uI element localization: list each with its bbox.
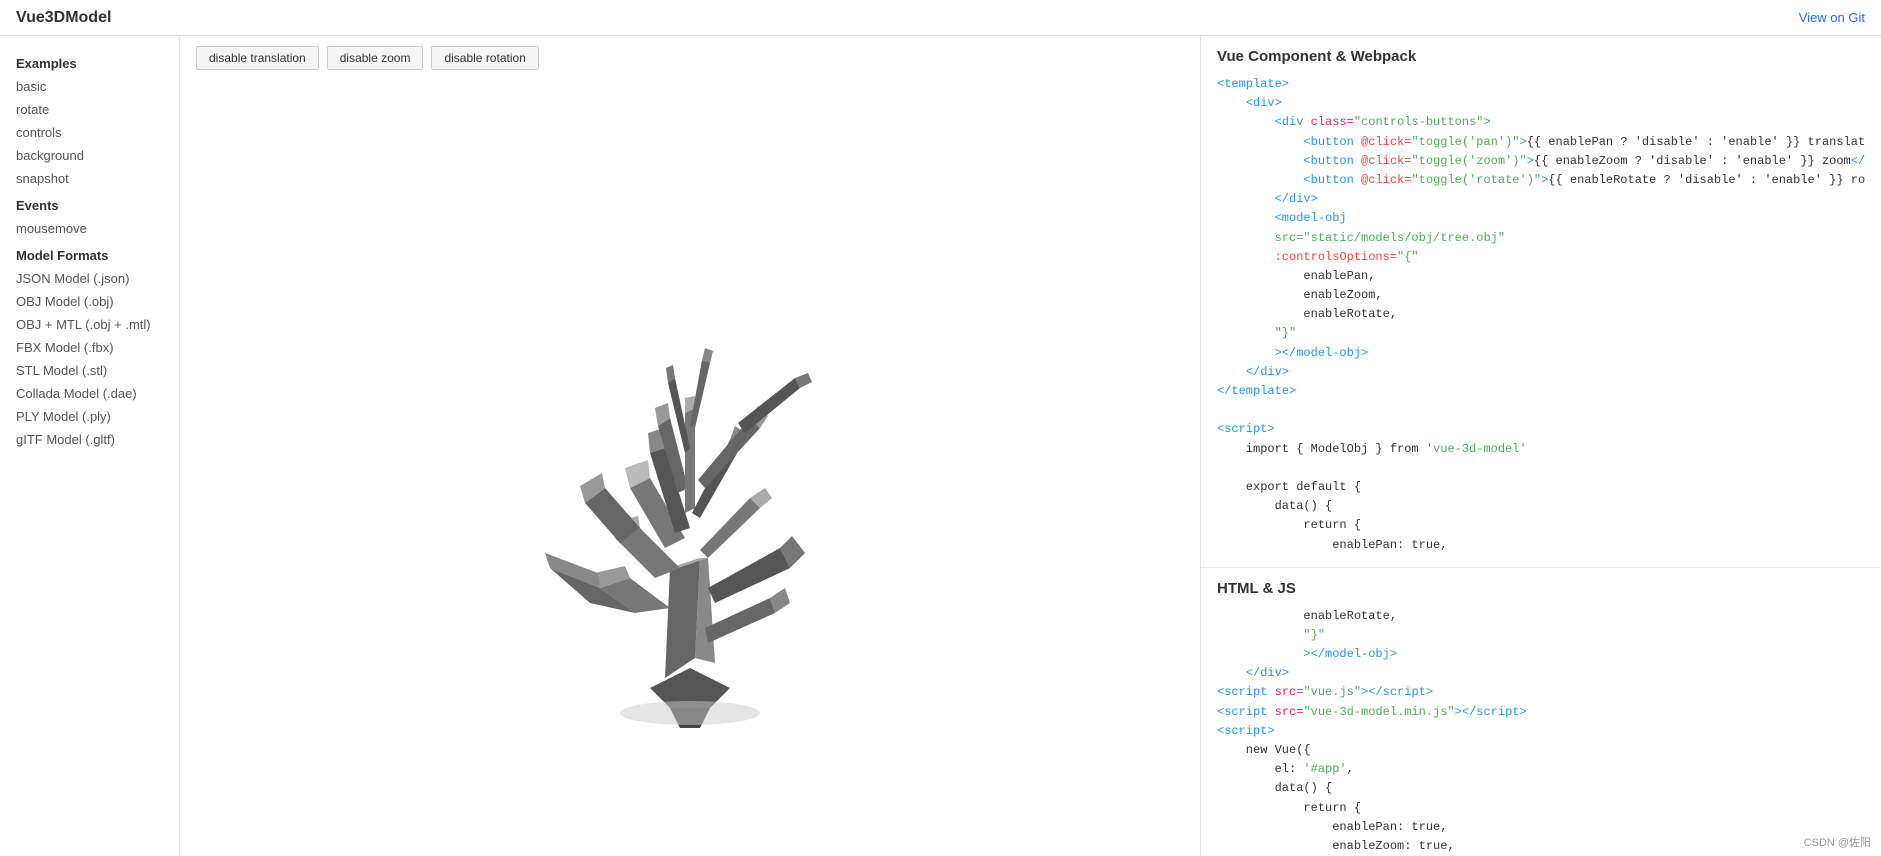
center-panel: disable translation disable zoom disable… (180, 36, 1201, 856)
vue-section-title: Vue Component & Webpack (1217, 48, 1865, 65)
sidebar-section-examples: Examples (0, 48, 179, 75)
sidebar-item-ply-model[interactable]: PLY Model (.ply) (0, 405, 179, 428)
sidebar-section-events: Events (0, 190, 179, 217)
tree-model-svg (450, 208, 930, 728)
sidebar-item-json-model[interactable]: JSON Model (.json) (0, 267, 179, 290)
sidebar-item-controls[interactable]: controls (0, 121, 179, 144)
sidebar-item-obj-model[interactable]: OBJ Model (.obj) (0, 290, 179, 313)
sidebar-item-obj-mtl-model[interactable]: OBJ + MTL (.obj + .mtl) (0, 313, 179, 336)
sidebar-item-snapshot[interactable]: snapshot (0, 167, 179, 190)
watermark: CSDN @佐阳 (1804, 834, 1871, 850)
sidebar-item-collada-model[interactable]: Collada Model (.dae) (0, 382, 179, 405)
main-layout: Examples basic rotate controls backgroun… (0, 36, 1881, 856)
sidebar-item-background[interactable]: background (0, 144, 179, 167)
right-panel: Vue Component & Webpack <template> <div>… (1201, 36, 1881, 856)
header: Vue3DModel View on Git (0, 0, 1881, 36)
model-viewport (180, 80, 1200, 856)
sidebar-item-basic[interactable]: basic (0, 75, 179, 98)
sidebar-item-fbx-model[interactable]: FBX Model (.fbx) (0, 336, 179, 359)
vue-component-section: Vue Component & Webpack <template> <div>… (1201, 36, 1881, 568)
controls-bar: disable translation disable zoom disable… (180, 36, 1200, 80)
sidebar-item-gltf-model[interactable]: gITF Model (.gltf) (0, 428, 179, 451)
disable-rotation-button[interactable]: disable rotation (431, 46, 538, 70)
html-js-title: HTML & JS (1217, 580, 1865, 597)
sidebar-item-mousemove[interactable]: mousemove (0, 217, 179, 240)
sidebar: Examples basic rotate controls backgroun… (0, 36, 180, 856)
disable-translation-button[interactable]: disable translation (196, 46, 319, 70)
sidebar-section-formats: Model Formats (0, 240, 179, 267)
html-js-section: HTML & JS enableRotate, "}" ></model-obj… (1201, 568, 1881, 856)
view-on-git-link[interactable]: View on Git (1799, 10, 1865, 25)
sidebar-item-rotate[interactable]: rotate (0, 98, 179, 121)
vue-code-block: <template> <div> <div class="controls-bu… (1217, 75, 1865, 555)
app-title: Vue3DModel (16, 9, 111, 27)
disable-zoom-button[interactable]: disable zoom (327, 46, 424, 70)
sidebar-item-stl-model[interactable]: STL Model (.stl) (0, 359, 179, 382)
html-js-code-block: enableRotate, "}" ></model-obj> </div> <… (1217, 607, 1865, 856)
